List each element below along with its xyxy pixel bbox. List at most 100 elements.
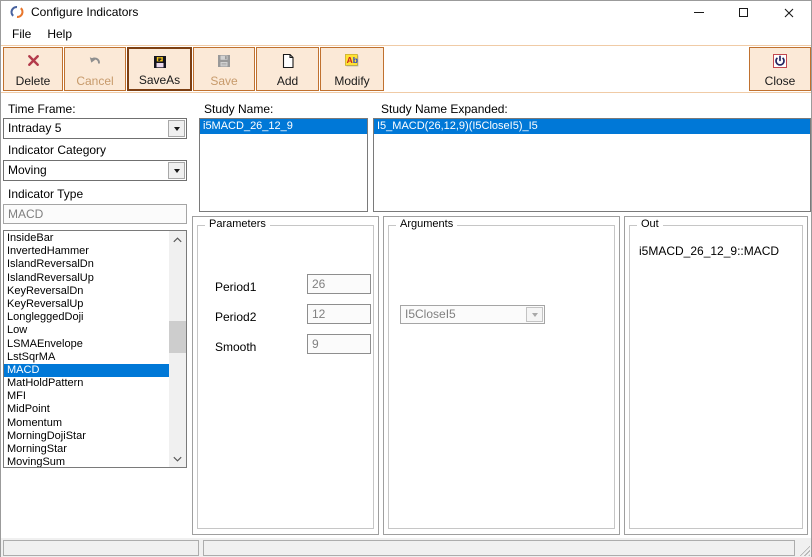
save-floppy-icon (216, 52, 232, 69)
save-as-button[interactable]: SaveAs (127, 47, 192, 91)
ab-letters-icon: Ab (343, 52, 361, 69)
smooth-label: Smooth (215, 340, 256, 354)
cancel-button[interactable]: Cancel (64, 47, 126, 91)
time-frame-combo[interactable]: Intraday 5 (3, 118, 187, 139)
arguments-title: Arguments (396, 218, 457, 230)
time-frame-dropdown-button[interactable] (168, 120, 185, 137)
indicator-category-label: Indicator Category (8, 143, 106, 157)
minimize-icon (694, 12, 704, 13)
menu-help[interactable]: Help (39, 24, 80, 45)
list-item[interactable]: LongleggedDoji (4, 311, 169, 324)
title-bar: Configure Indicators (1, 1, 811, 24)
scroll-up-arrow-icon[interactable] (169, 231, 186, 248)
delete-button[interactable]: Delete (3, 47, 63, 91)
study-name-label: Study Name: (204, 102, 273, 116)
configure-indicators-window: Configure Indicators File Help Delete Ca… (0, 0, 812, 557)
arguments-groupbox: Arguments (388, 225, 615, 529)
power-icon (772, 52, 788, 69)
indicator-type-label: Indicator Type (8, 187, 83, 201)
chevron-down-icon (532, 313, 538, 317)
study-name-expanded-list[interactable]: I5_MACD(26,12,9)(I5CloseI5)_I5 (373, 118, 811, 212)
app-logo-icon (10, 5, 24, 19)
list-item[interactable]: MorningStar (4, 443, 169, 456)
period2-label: Period2 (215, 310, 256, 324)
arguments-combo: I5CloseI5 (400, 305, 545, 324)
list-item[interactable]: Low (4, 324, 169, 337)
add-button[interactable]: Add (256, 47, 319, 91)
time-frame-label: Time Frame: (8, 102, 76, 116)
menu-file[interactable]: File (4, 24, 39, 45)
list-item[interactable]: MorningDojiStar (4, 430, 169, 443)
indicator-category-value: Moving (8, 161, 47, 180)
study-name-list[interactable]: i5MACD_26_12_9 (199, 118, 368, 212)
status-panel-right (203, 540, 795, 556)
save-button[interactable]: Save (193, 47, 255, 91)
parameters-panel: Parameters Period1 Period2 Smooth (192, 216, 379, 535)
toolbar: Delete Cancel SaveAs (1, 45, 811, 93)
maximize-button[interactable] (721, 1, 766, 24)
list-item[interactable]: LstSqrMA (4, 351, 169, 364)
minimize-button[interactable] (676, 1, 721, 24)
study-name-expanded-label: Study Name Expanded: (381, 102, 508, 116)
close-icon (784, 8, 794, 18)
period1-field (307, 274, 371, 294)
undo-arrow-icon (87, 52, 103, 69)
study-name-expanded-selected-row[interactable]: I5_MACD(26,12,9)(I5CloseI5)_I5 (374, 119, 810, 134)
close-label: Close (765, 75, 796, 87)
indicator-listbox[interactable]: InsideBar InvertedHammer IslandReversalD… (3, 230, 187, 468)
list-item[interactable]: LSMAEnvelope (4, 338, 169, 351)
time-frame-value: Intraday 5 (8, 119, 61, 138)
list-item[interactable]: IslandReversalUp (4, 272, 169, 285)
period2-field (307, 304, 371, 324)
arguments-panel: Arguments I5CloseI5 (383, 216, 620, 535)
study-name-selected-row[interactable]: i5MACD_26_12_9 (200, 119, 367, 134)
scrollbar-thumb[interactable] (169, 321, 186, 353)
list-item[interactable]: InvertedHammer (4, 245, 169, 258)
list-item[interactable]: InsideBar (4, 232, 169, 245)
list-item[interactable]: MFI (4, 390, 169, 403)
indicator-category-dropdown-button[interactable] (168, 162, 185, 179)
maximize-icon (739, 8, 748, 17)
arguments-value: I5CloseI5 (405, 306, 456, 323)
out-panel: Out i5MACD_26_12_9::MACD (624, 216, 808, 535)
status-bar (1, 538, 811, 557)
out-groupbox: Out (629, 225, 803, 529)
arguments-dropdown-button (526, 307, 543, 322)
vertical-scrollbar[interactable] (169, 231, 186, 467)
window-close-button[interactable] (766, 1, 811, 24)
chevron-down-icon (174, 127, 180, 131)
indicator-category-combo[interactable]: Moving (3, 160, 187, 181)
modify-label: Modify (334, 75, 369, 87)
menu-bar: File Help (1, 24, 811, 45)
new-document-icon (280, 52, 296, 69)
status-panel-left (3, 540, 199, 556)
list-item[interactable]: KeyReversalUp (4, 298, 169, 311)
out-title: Out (637, 218, 663, 230)
list-item[interactable]: MidPoint (4, 403, 169, 416)
indicator-list-items: InsideBar InvertedHammer IslandReversalD… (4, 232, 169, 468)
resize-grip[interactable] (797, 543, 810, 556)
save-as-label: SaveAs (139, 74, 180, 86)
window-title: Configure Indicators (31, 1, 138, 23)
list-item[interactable]: MovingSum (4, 456, 169, 468)
list-item[interactable]: MatHoldPattern (4, 377, 169, 390)
delete-x-icon (26, 52, 41, 69)
parameters-title: Parameters (205, 218, 270, 230)
out-value: i5MACD_26_12_9::MACD (639, 244, 779, 258)
modify-button[interactable]: Ab Modify (320, 47, 384, 91)
close-button[interactable]: Close (749, 47, 811, 91)
save-label: Save (210, 75, 237, 87)
scroll-down-arrow-icon[interactable] (169, 450, 186, 467)
delete-label: Delete (16, 75, 51, 87)
smooth-field (307, 334, 371, 354)
cancel-label: Cancel (76, 75, 113, 87)
indicator-type-field: MACD (3, 204, 187, 224)
list-item[interactable]: IslandReversalDn (4, 258, 169, 271)
list-item[interactable]: KeyReversalDn (4, 285, 169, 298)
add-label: Add (277, 75, 298, 87)
period1-label: Period1 (215, 280, 256, 294)
list-item[interactable]: Momentum (4, 417, 169, 430)
list-item-selected[interactable]: MACD (4, 364, 169, 377)
chevron-down-icon (174, 169, 180, 173)
save-as-icon (152, 53, 168, 70)
